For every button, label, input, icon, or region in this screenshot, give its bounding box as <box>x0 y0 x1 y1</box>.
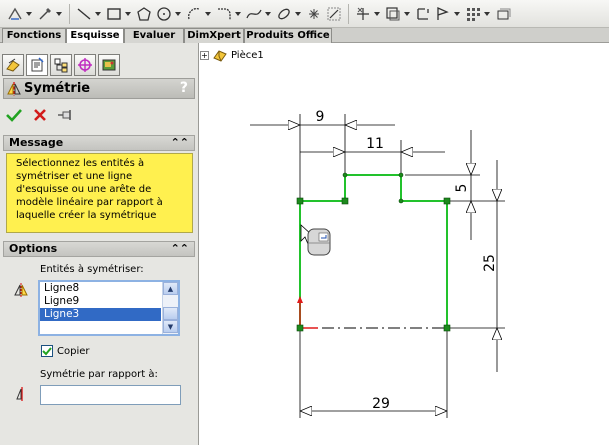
sketch-point[interactable] <box>398 198 404 204</box>
sketch-point[interactable] <box>296 324 304 332</box>
dimension-5-text[interactable]: 5 <box>454 184 470 193</box>
sketch-point[interactable] <box>341 197 349 205</box>
sketch-point[interactable] <box>443 324 451 332</box>
origin-arrow <box>297 296 303 303</box>
sketch-point[interactable] <box>342 172 348 178</box>
sketch-svg: 9 11 5 25 29 <box>250 109 505 418</box>
sketch-point[interactable] <box>443 197 451 205</box>
dimension-11[interactable]: 11 <box>300 136 445 174</box>
dimension-29[interactable]: 29 <box>299 330 448 418</box>
solidworks-window: Fonctions Esquisse Evaluer DimXpert Prod… <box>0 0 609 445</box>
dimension-29-text[interactable]: 29 <box>372 396 390 412</box>
sketch-point[interactable] <box>296 197 304 205</box>
dimension-25-text[interactable]: 25 <box>482 254 498 272</box>
dimension-11-text[interactable]: 11 <box>366 136 384 152</box>
dimension-9[interactable]: 9 <box>250 109 395 200</box>
dimension-9-text[interactable]: 9 <box>316 109 325 125</box>
dimension-5[interactable]: 5 <box>405 130 505 240</box>
mirror-cursor-icon <box>300 224 331 256</box>
sketch-point[interactable] <box>398 172 404 178</box>
